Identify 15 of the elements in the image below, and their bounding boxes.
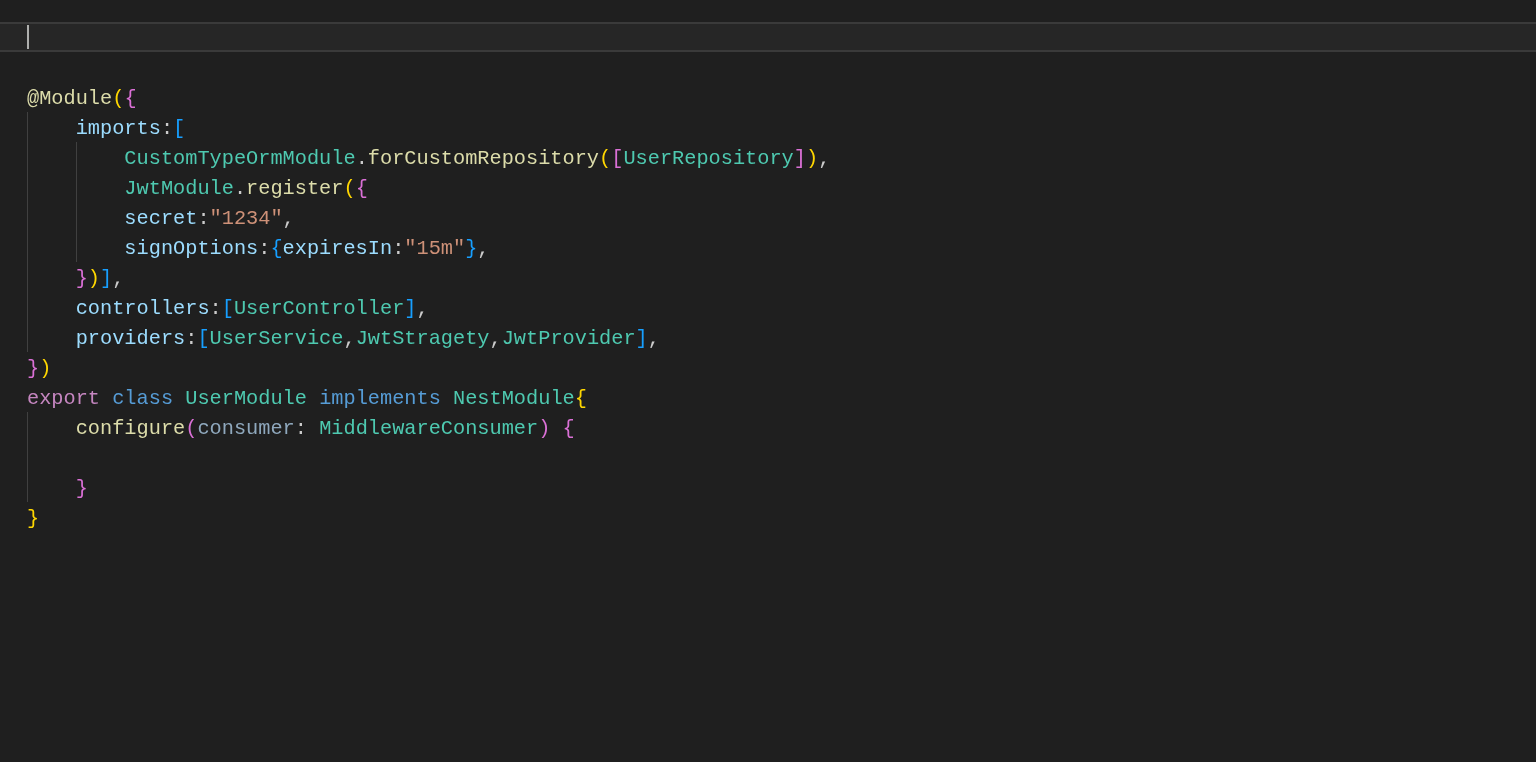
code-line: providers:[UserService,JwtStragety,JwtProvider], [74, 327, 660, 350]
code-line: controllers:[UserController], [74, 297, 429, 320]
code-line: JwtModule.register({ [123, 177, 368, 200]
code-line: @Module({ [27, 87, 137, 110]
code-line: CustomTypeOrmModule.forCustomRepository([UserRepository]), [123, 147, 831, 170]
code-line: signOptions:{expiresIn:"15m"}, [123, 237, 490, 260]
code-line: imports:[ [74, 117, 186, 140]
code-line: configure(consumer: MiddlewareConsumer) { [74, 417, 575, 440]
code-line: } [74, 477, 88, 500]
code-line: secret:"1234", [123, 207, 295, 230]
code-line: }) [27, 357, 52, 380]
code-line: export class UserModule implements NestModule{ [27, 387, 587, 410]
code-line: } [27, 507, 40, 530]
code-line: })], [74, 267, 125, 290]
text-cursor [27, 25, 29, 49]
